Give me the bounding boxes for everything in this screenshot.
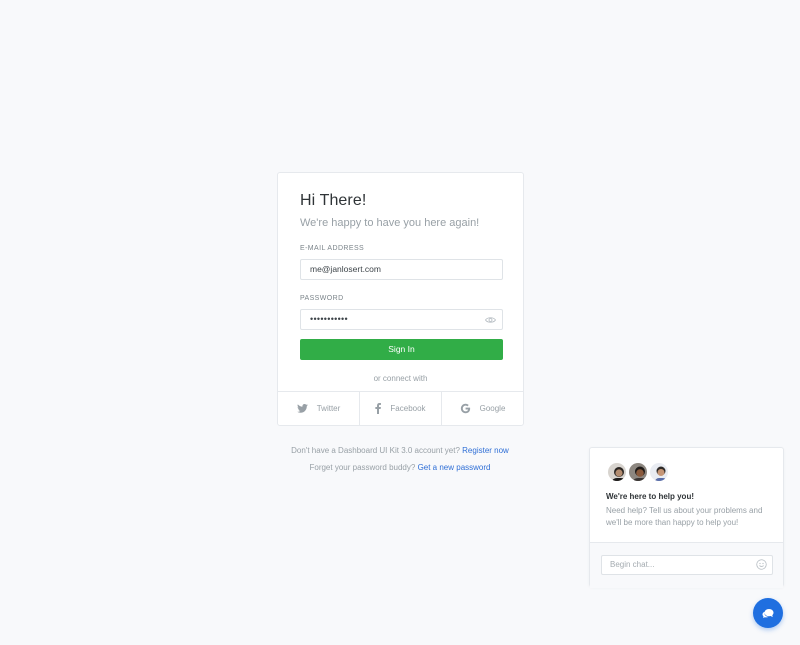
chat-description: Need help? Tell us about your problems a…: [606, 506, 763, 527]
chat-widget: We're here to help you! Need help? Tell …: [589, 447, 784, 588]
login-page: Hi There! We're happy to have you here a…: [0, 0, 800, 645]
eye-icon[interactable]: [485, 315, 496, 325]
avatar: [627, 461, 649, 483]
forgot-password-link[interactable]: Get a new password: [418, 463, 491, 472]
google-label: Google: [479, 404, 506, 413]
facebook-icon: [375, 403, 382, 414]
chat-title: We're here to help you!: [606, 492, 694, 501]
register-text: Don't have a Dashboard UI Kit 3.0 accoun…: [291, 446, 460, 455]
chat-bubble-icon: [762, 608, 774, 618]
page-title: Hi There!: [300, 192, 367, 209]
or-connect-text: or connect with: [373, 374, 428, 383]
sign-in-button[interactable]: Sign In: [300, 339, 503, 360]
chat-input-placeholder: Begin chat...: [610, 560, 655, 569]
email-label: E-MAIL ADDRESS: [300, 245, 365, 252]
social-login-bar: Twitter Facebook Google: [278, 391, 523, 425]
avatar: [606, 461, 628, 483]
facebook-label: Facebook: [390, 404, 426, 413]
smiley-icon[interactable]: [756, 559, 767, 570]
password-value: •••••••••••: [310, 314, 348, 324]
google-button[interactable]: Google: [441, 392, 523, 425]
avatar: [648, 461, 670, 483]
google-icon: [460, 403, 470, 414]
password-label: PASSWORD: [300, 295, 344, 302]
chat-toggle-button[interactable]: [753, 598, 783, 628]
email-field[interactable]: me@janlosert.com: [300, 259, 503, 280]
forgot-text: Forget your password buddy?: [309, 463, 416, 472]
chat-input[interactable]: Begin chat...: [601, 555, 773, 575]
twitter-icon: [296, 404, 308, 413]
email-value: me@janlosert.com: [310, 264, 381, 274]
password-field[interactable]: •••••••••••: [300, 309, 503, 330]
twitter-label: Twitter: [316, 404, 341, 413]
register-link[interactable]: Register now: [462, 446, 509, 455]
login-card: Hi There! We're happy to have you here a…: [277, 172, 524, 426]
facebook-button[interactable]: Facebook: [359, 392, 441, 425]
twitter-button[interactable]: Twitter: [278, 392, 359, 425]
page-subtitle: We're happy to have you here again!: [300, 217, 480, 229]
support-avatars: [606, 461, 670, 483]
